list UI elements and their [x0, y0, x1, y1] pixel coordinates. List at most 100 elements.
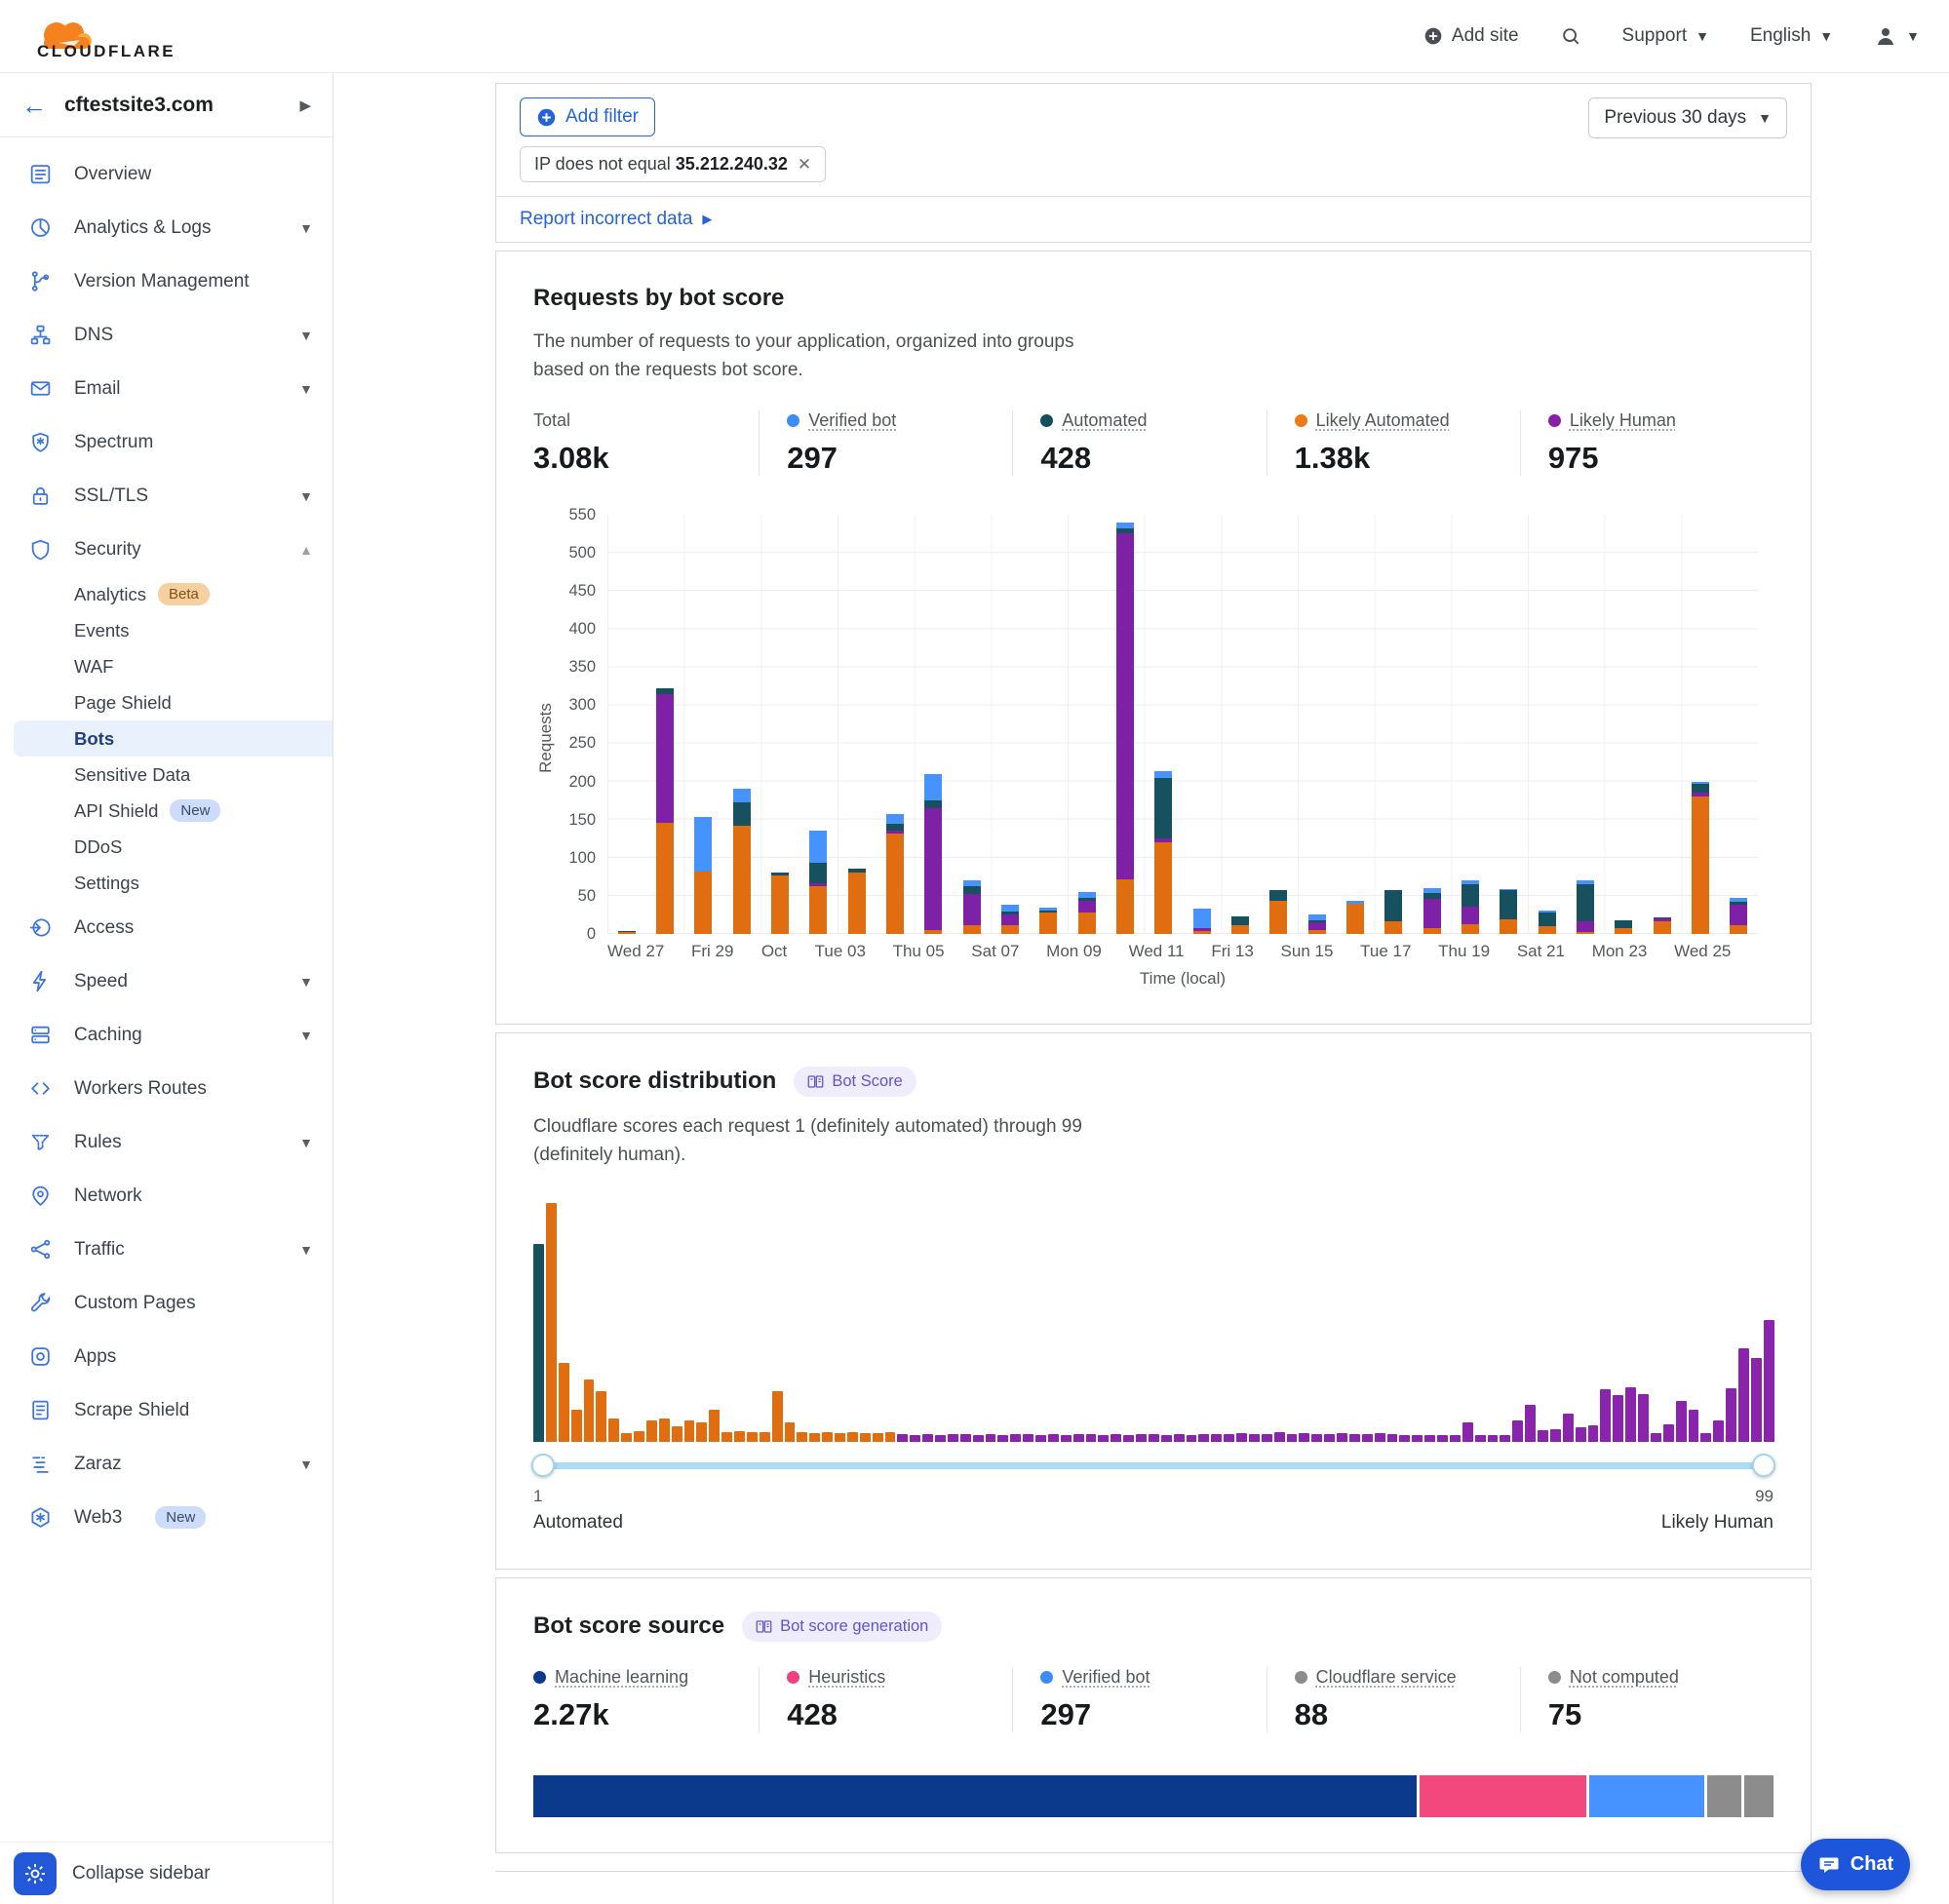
- sidebar-item-web3[interactable]: Web3New: [0, 1491, 332, 1544]
- collapse-sidebar-button[interactable]: Collapse sidebar: [72, 1863, 211, 1885]
- bar-segment-automated: [1577, 884, 1594, 921]
- sidebar-item-api-shield[interactable]: API ShieldNew: [0, 793, 332, 829]
- histogram-bar: [747, 1432, 758, 1442]
- stat-label[interactable]: Verified bot: [808, 410, 896, 431]
- stat-likely-automated: Likely Automated1.38k: [1267, 410, 1520, 476]
- back-arrow-icon[interactable]: ←: [21, 93, 47, 118]
- source-segment-verified-bot: [1589, 1775, 1704, 1817]
- stat-label[interactable]: Automated: [1062, 410, 1147, 431]
- histogram-bar: [772, 1391, 783, 1442]
- histogram-bar: [1689, 1410, 1699, 1442]
- stat-label[interactable]: Likely Human: [1570, 410, 1676, 431]
- stat-label[interactable]: Not computed: [1570, 1667, 1679, 1688]
- source-stacked-bar: [533, 1775, 1774, 1817]
- add-site-button[interactable]: Add site: [1423, 25, 1519, 47]
- sidebar-item-label: Web3: [74, 1507, 122, 1529]
- stat-label[interactable]: Verified bot: [1062, 1667, 1150, 1688]
- stat-label[interactable]: Likely Automated: [1316, 410, 1450, 431]
- sidebar-nav: OverviewAnalytics & Logs▼Version Managem…: [0, 137, 332, 1544]
- histogram-bar: [1086, 1434, 1097, 1442]
- sidebar-item-dns[interactable]: DNS▼: [0, 308, 332, 362]
- apps-icon: [27, 1344, 53, 1370]
- sidebar-item-zaraz[interactable]: Zaraz▼: [0, 1437, 332, 1491]
- language-menu[interactable]: English ▼: [1750, 25, 1833, 47]
- bot-score-badge[interactable]: Bot Score: [794, 1067, 916, 1097]
- sidebar-item-custom-pages[interactable]: Custom Pages: [0, 1276, 332, 1330]
- sidebar-item-settings[interactable]: Settings: [0, 865, 332, 901]
- bar-segment-likely-automated: [1231, 925, 1249, 934]
- sidebar-item-caching[interactable]: Caching▼: [0, 1008, 332, 1062]
- quick-settings-button[interactable]: [14, 1852, 57, 1895]
- sidebar-item-events[interactable]: Events: [0, 612, 332, 648]
- site-switcher-chevron-icon[interactable]: ▶: [299, 97, 311, 114]
- sidebar-item-waf[interactable]: WAF: [0, 648, 332, 684]
- sidebar-item-version-management[interactable]: Version Management: [0, 254, 332, 308]
- histogram-bar: [973, 1435, 984, 1442]
- stat-label[interactable]: Heuristics: [808, 1667, 885, 1688]
- slider-handle-max[interactable]: [1752, 1454, 1775, 1477]
- bar-segment-likely-human: [1462, 907, 1479, 924]
- new-badge: New: [170, 799, 220, 822]
- sidebar-item-label: Rules: [74, 1132, 122, 1153]
- histogram-bar: [1048, 1434, 1059, 1442]
- sidebar-item-analytics[interactable]: AnalyticsBeta: [0, 576, 332, 612]
- histogram-bar: [1236, 1433, 1247, 1442]
- histogram-bar: [1098, 1435, 1109, 1442]
- histogram-bar: [922, 1434, 933, 1442]
- sidebar-item-spectrum[interactable]: Spectrum: [0, 415, 332, 469]
- histogram-bar: [935, 1435, 946, 1442]
- date-range-select[interactable]: Previous 30 days ▼: [1588, 97, 1787, 138]
- sidebar-item-email[interactable]: Email▼: [0, 362, 332, 415]
- histogram-bar: [822, 1432, 833, 1442]
- remove-filter-icon[interactable]: ✕: [798, 155, 811, 175]
- sidebar-item-traffic[interactable]: Traffic▼: [0, 1223, 332, 1276]
- chevron-down-icon: ▼: [299, 328, 313, 343]
- sidebar-item-network[interactable]: Network: [0, 1169, 332, 1223]
- sidebar-item-workers-routes[interactable]: Workers Routes: [0, 1062, 332, 1115]
- slider-track: [533, 1462, 1774, 1469]
- histogram-bar: [634, 1431, 644, 1442]
- bar-segment-likely-human: [1078, 901, 1096, 913]
- security-icon: [27, 537, 53, 563]
- x-tick: [1647, 942, 1674, 961]
- sidebar-item-label: Spectrum: [74, 432, 153, 453]
- chat-button[interactable]: Chat: [1801, 1839, 1910, 1890]
- bar-segment-likely-human: [924, 808, 942, 930]
- sidebar-item-security[interactable]: Security▲: [0, 523, 332, 576]
- sidebar-item-rules[interactable]: Rules▼: [0, 1115, 332, 1169]
- sidebar-item-ssl-tls[interactable]: SSL/TLS▼: [0, 469, 332, 523]
- slider-handle-min[interactable]: [531, 1454, 555, 1477]
- report-incorrect-data-link[interactable]: Report incorrect data: [520, 209, 692, 230]
- add-filter-button[interactable]: Add filter: [520, 97, 655, 136]
- stat-automated: Automated428: [1012, 410, 1266, 476]
- sidebar-item-analytics-logs[interactable]: Analytics & Logs▼: [0, 201, 332, 254]
- sidebar-item-apps[interactable]: Apps: [0, 1330, 332, 1383]
- distribution-description: Cloudflare scores each request 1 (defini…: [533, 1112, 1099, 1170]
- histogram-bar: [672, 1426, 682, 1442]
- support-menu[interactable]: Support ▼: [1622, 25, 1709, 47]
- dns-icon: [27, 323, 53, 348]
- stat-value: 75: [1548, 1697, 1774, 1732]
- traffic-icon: [27, 1237, 53, 1263]
- sidebar-item-speed[interactable]: Speed▼: [0, 954, 332, 1008]
- sidebar-item-page-shield[interactable]: Page Shield: [0, 684, 332, 720]
- sidebar-item-scrape-shield[interactable]: Scrape Shield: [0, 1383, 332, 1437]
- bot-score-generation-badge[interactable]: Bot score generation: [742, 1612, 942, 1642]
- sidebar-item-bots[interactable]: Bots: [14, 720, 332, 757]
- search-button[interactable]: [1560, 25, 1581, 47]
- stat-value: 975: [1548, 441, 1774, 476]
- book-icon: [807, 1074, 824, 1089]
- stat-label[interactable]: Machine learning: [555, 1667, 688, 1688]
- account-menu[interactable]: ▼: [1874, 24, 1920, 48]
- bar-segment-likely-automated: [1308, 930, 1326, 934]
- sidebar-item-access[interactable]: Access: [0, 901, 332, 954]
- sidebar-item-overview[interactable]: Overview: [0, 147, 332, 201]
- stat-label[interactable]: Cloudflare service: [1316, 1667, 1457, 1688]
- sidebar-item-ddos[interactable]: DDoS: [0, 829, 332, 865]
- histogram-bar: [910, 1435, 920, 1442]
- chevron-right-icon: ▶: [702, 212, 712, 227]
- sidebar-item-sensitive-data[interactable]: Sensitive Data: [0, 757, 332, 793]
- chevron-down-icon: ▼: [299, 1242, 313, 1258]
- source-segment-heuristics: [1420, 1775, 1586, 1817]
- filter-chip[interactable]: IP does not equal 35.212.240.32 ✕: [520, 146, 826, 182]
